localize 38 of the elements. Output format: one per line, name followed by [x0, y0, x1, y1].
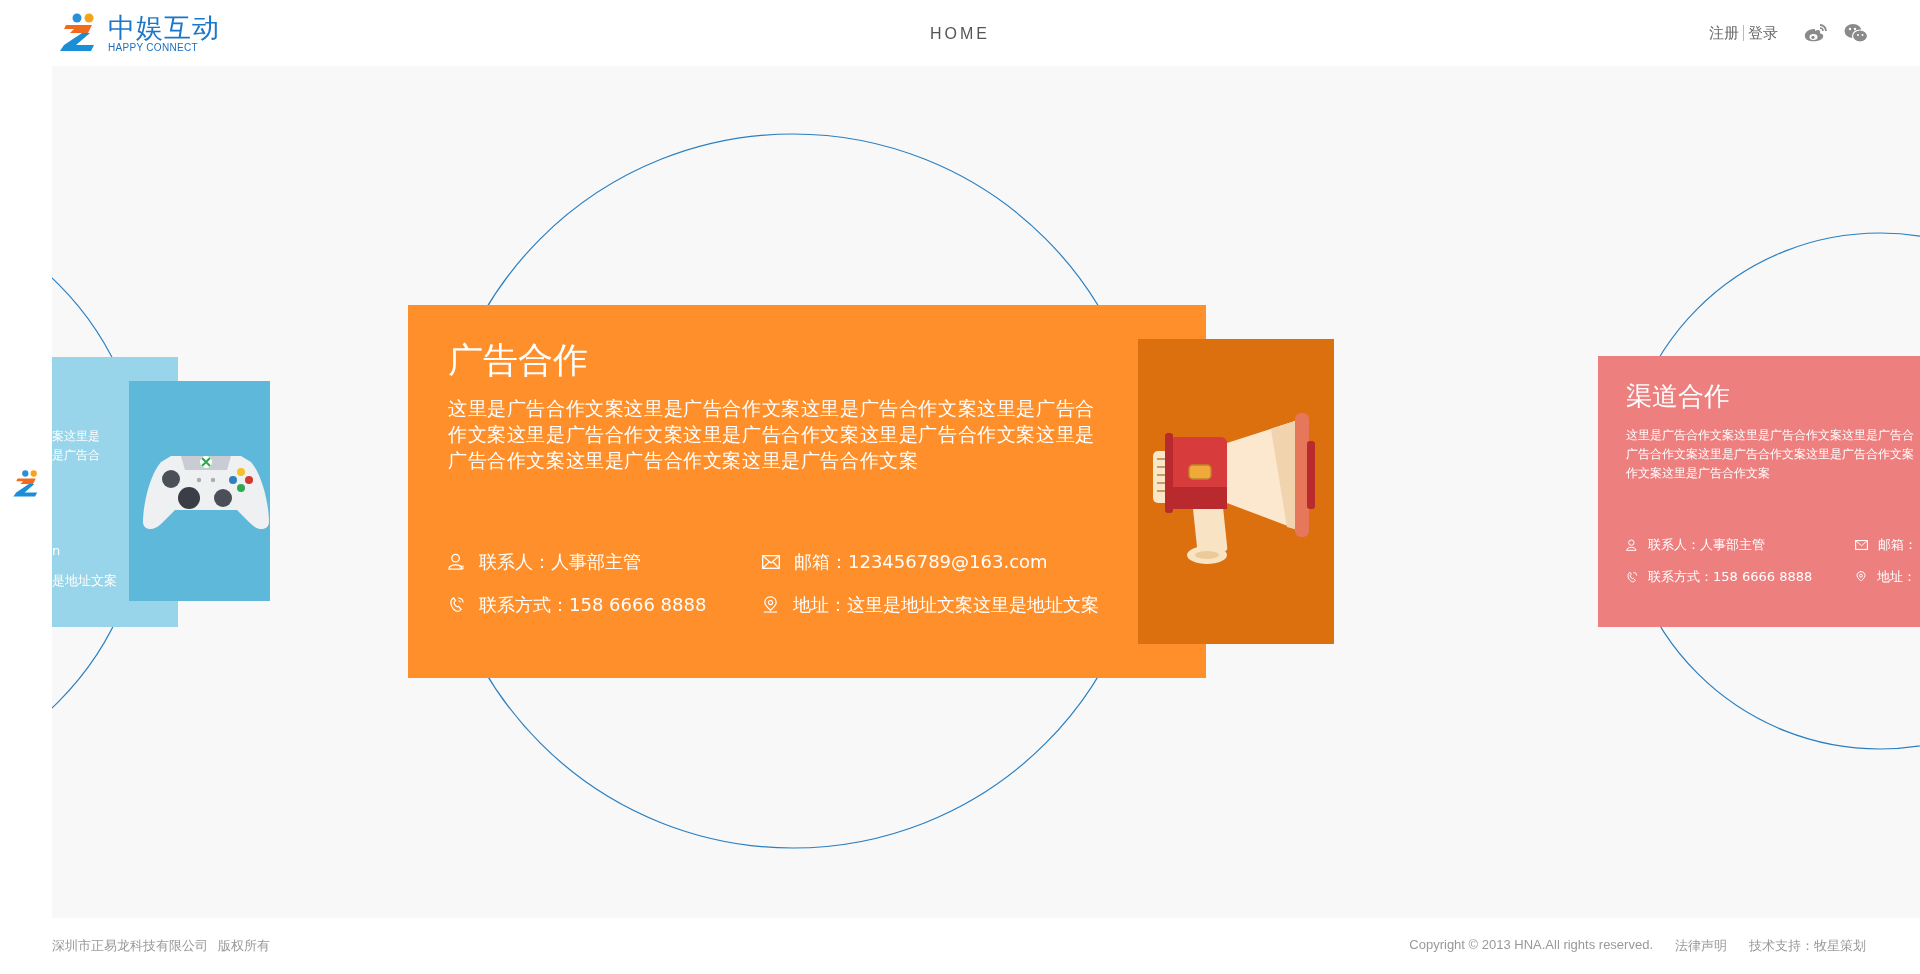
mail-icon [1855, 540, 1868, 550]
brand-tagline: HAPPY CONNECT [108, 42, 199, 53]
phone-icon [448, 596, 465, 613]
location-pin-icon [1855, 571, 1867, 583]
card-description: 广告合作文案这里是广告合作文案这里是广告合作文案 [1626, 446, 1915, 463]
contact-text: 地址： [1877, 568, 1916, 586]
card-description: 这里是广告合作文案这里是广告合作文案这里是广告合作文案这里是广告合作文案这里是广告合作文案这里是广告合作文案这里是广告合作文案这里是广告合作文案这里是广告合作文案这里是广告合作文案 [448, 396, 1096, 473]
user-icon [1626, 539, 1638, 551]
card-text: 案这里是 [52, 428, 100, 445]
card-text: 是广告合 [52, 447, 100, 464]
rights-text: 版权所有 [218, 937, 270, 955]
location-pin-icon [762, 596, 779, 613]
contact-text: 联系人：人事部主管 [479, 550, 641, 574]
logo-icon [12, 470, 40, 498]
copyright-text: Copyright © 2013 HNA.All rights reserved. [1409, 937, 1653, 954]
contact-text: 联系人：人事部主管 [1648, 536, 1765, 554]
weibo-icon[interactable] [1804, 23, 1828, 43]
auth-link[interactable]: 注册 [1709, 23, 1739, 43]
mail-icon [762, 554, 780, 569]
contact-text: 联系方式：158 6666 8888 [1648, 568, 1813, 586]
support-text: 技术支持：牧星策划 [1749, 937, 1866, 955]
nav-link[interactable]: HOME [930, 25, 990, 42]
card-text: n [52, 542, 61, 560]
card-title: 广告合作 [448, 339, 589, 382]
company-name: 深圳市正易龙科技有限公司 [52, 937, 208, 955]
card-text: 是地址文案 [52, 572, 117, 590]
brand-name: 中娱互动 [108, 13, 220, 41]
user-icon [448, 553, 465, 570]
auth-link[interactable]: 登录 [1748, 23, 1778, 43]
contact-text: 邮箱： [1878, 536, 1917, 554]
card-description: 这里是广告合作文案这里是广告合作文案这里是广告合 [1626, 427, 1915, 444]
contact-text: 联系方式：158 6666 8888 [479, 593, 707, 617]
contact-text: 邮箱：123456789@163.com [794, 550, 1048, 574]
contact-text: 地址：这里是地址文案这里是地址文案 [793, 593, 1099, 617]
card-description: 作文案这里是广告合作文案 [1626, 465, 1771, 482]
wechat-icon[interactable] [1844, 23, 1868, 43]
card-title: 渠道合作 [1626, 380, 1731, 413]
phone-icon [1626, 571, 1638, 583]
